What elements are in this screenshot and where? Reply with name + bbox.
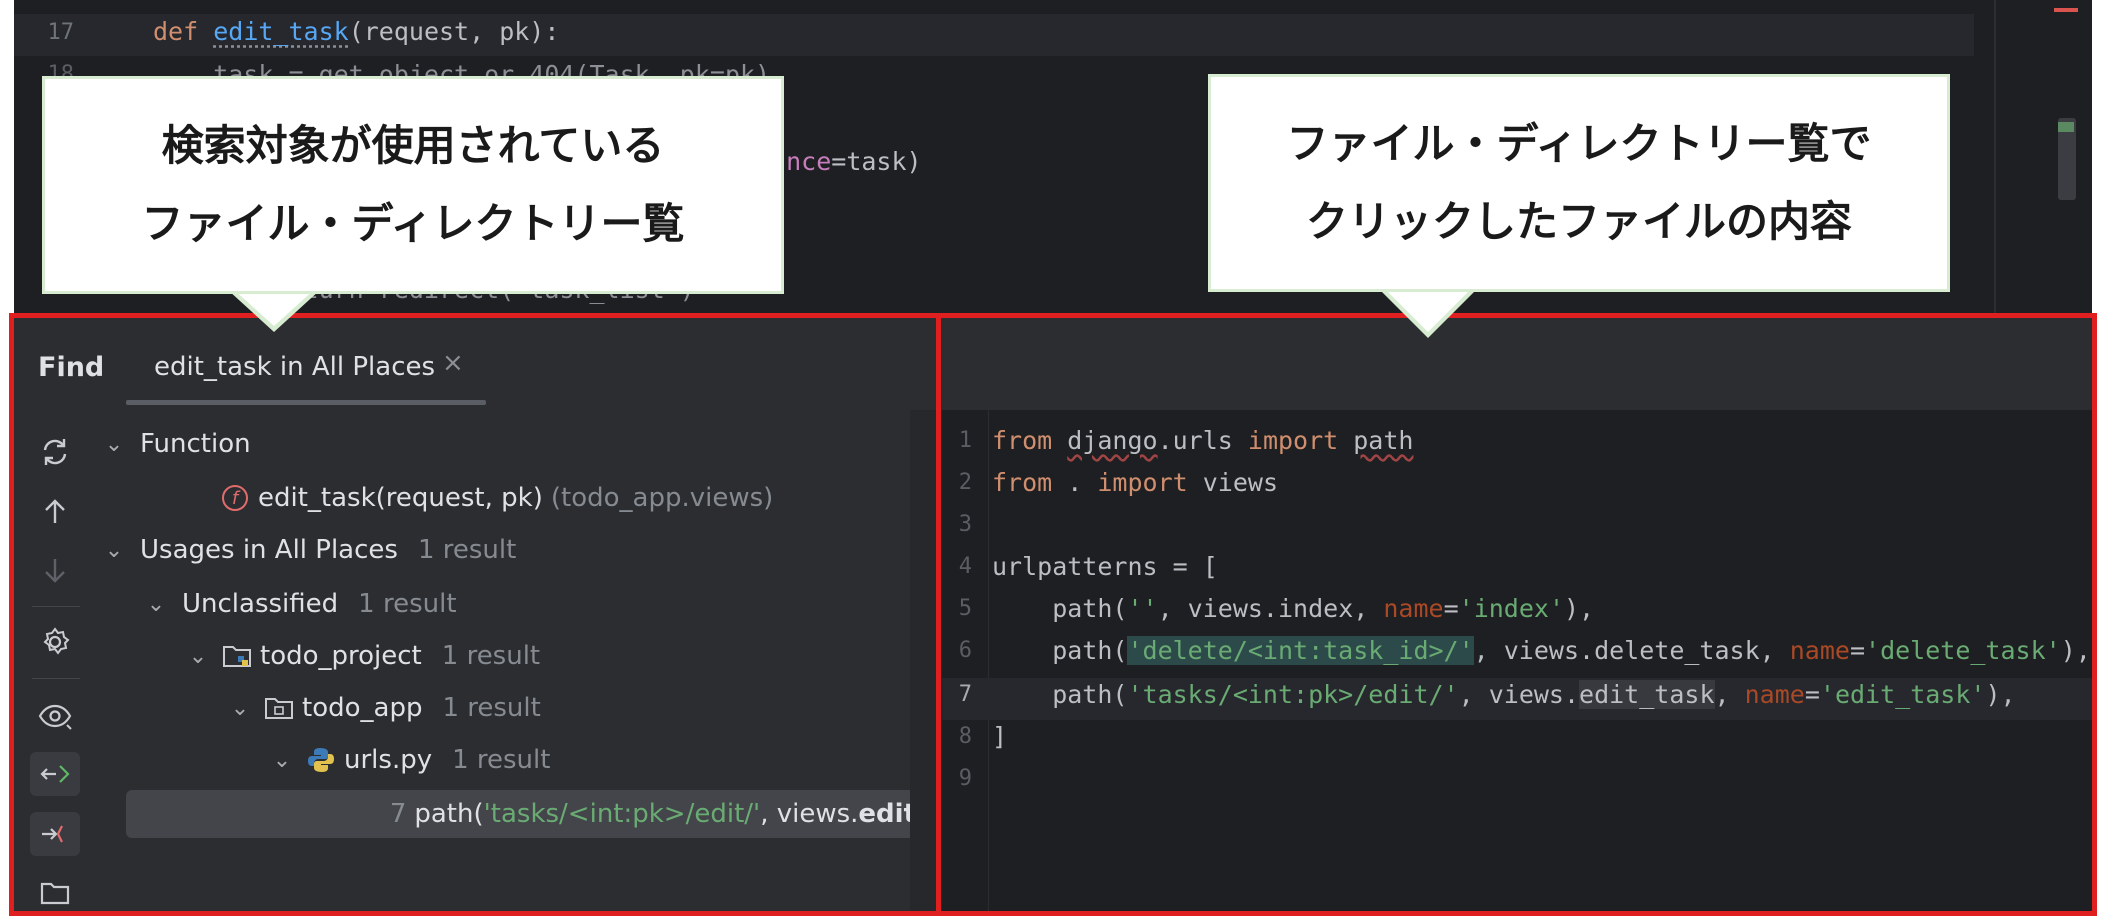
left-callout: 検索対象が使用されている ファイル・ディレクトリー覧 — [42, 76, 784, 294]
right-callout-line2: クリックしたファイルの内容 — [1305, 197, 1852, 246]
left-highlight-frame — [9, 313, 941, 916]
code-line-def[interactable]: def edit_task(request, pk): — [153, 17, 559, 46]
left-callout-line1: 検索対象が使用されている — [161, 121, 665, 170]
obscured-rest: =task) — [831, 147, 922, 176]
line-number: 17 — [47, 20, 75, 45]
error-marker[interactable] — [2054, 8, 2078, 12]
right-callout-line1: ファイル・ディレクトリー覧で — [1286, 119, 1872, 168]
keyword-def: def — [153, 17, 214, 46]
change-marker — [2058, 122, 2074, 132]
right-callout-tail — [1384, 288, 1472, 332]
function-name[interactable]: edit_task — [213, 17, 348, 46]
right-callout: ファイル・ディレクトリー覧で クリックしたファイルの内容 — [1208, 74, 1950, 292]
signature: (request, pk): — [348, 17, 560, 46]
right-margin-guide — [1994, 0, 1996, 318]
right-highlight-frame — [936, 313, 2097, 916]
left-callout-line2: ファイル・ディレクトリー覧 — [141, 199, 685, 248]
